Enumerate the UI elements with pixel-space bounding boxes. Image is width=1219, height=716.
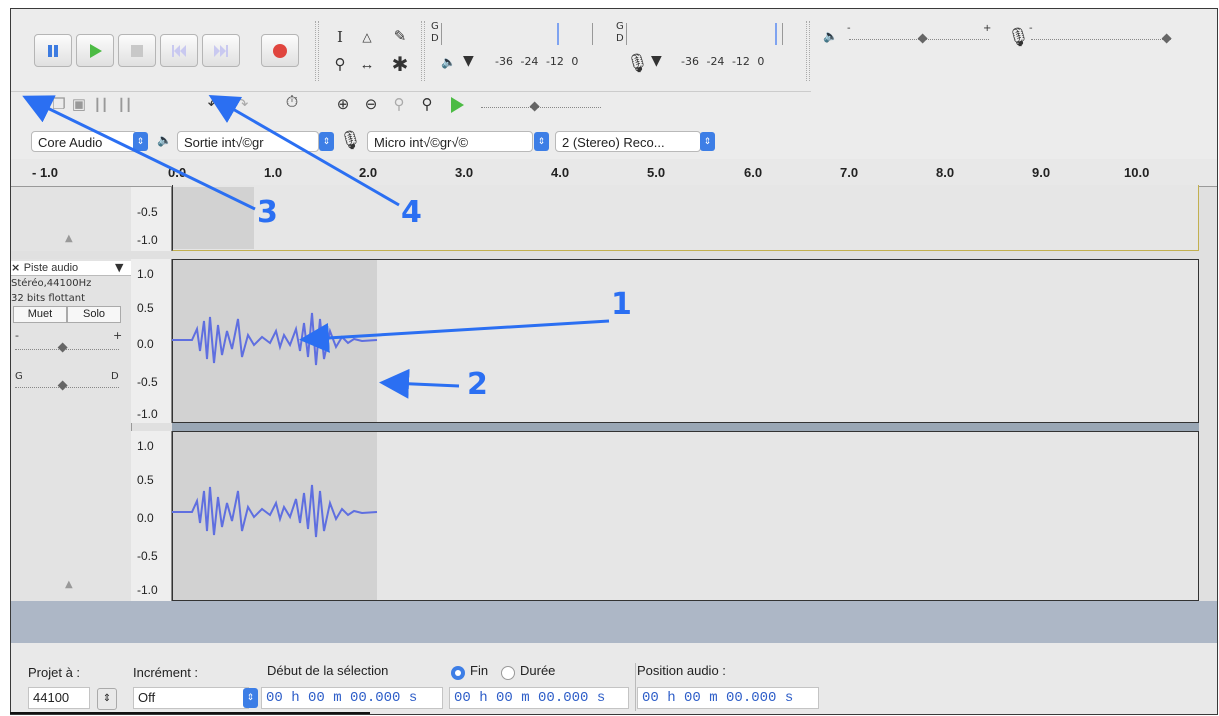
annotation-2: 2 <box>467 367 488 402</box>
annotation-4: 4 <box>401 195 422 230</box>
audacity-window: I △ ✎ ⚲ ↔ ✱ G D 🔈 ▼ -36 -24 -12 0 G D 🎙 … <box>10 8 1218 715</box>
annotation-arrows <box>22 94 610 399</box>
annotation-1: 1 <box>611 287 632 322</box>
bottom-edge-line <box>10 712 370 714</box>
annotation-3: 3 <box>257 195 278 230</box>
